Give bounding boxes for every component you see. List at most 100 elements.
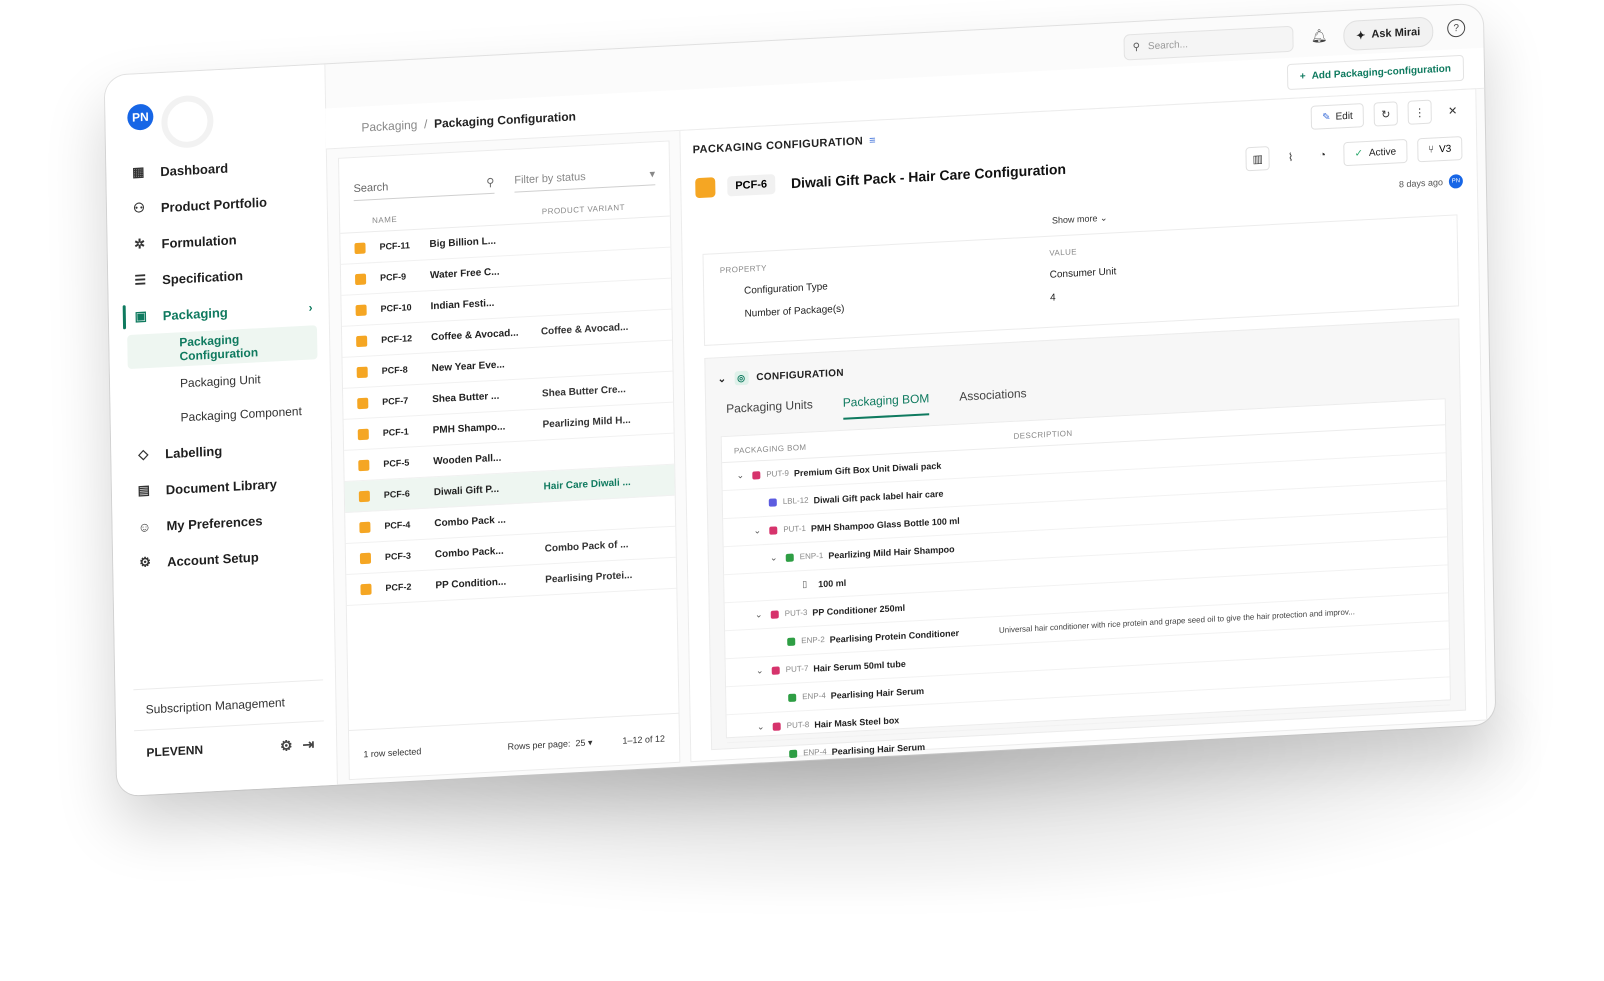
enp-type-icon (787, 637, 796, 646)
configuration-type-icon (359, 552, 372, 564)
dashboard-icon: ▦ (132, 163, 145, 180)
chevron-down-icon[interactable]: ⌄ (755, 721, 767, 733)
column-header-description: DESCRIPTION (1013, 428, 1073, 441)
global-search-placeholder: Search... (1147, 38, 1189, 52)
status-filter-placeholder: Filter by status (514, 170, 586, 187)
bom-name: Hair Serum 50ml tube (813, 658, 906, 674)
bom-code: PUT-9 (766, 468, 790, 479)
ask-mirai-label: Ask Mirai (1371, 26, 1421, 41)
close-icon: ✕ (1447, 104, 1458, 118)
filter-edit-icon[interactable]: ≡ (869, 135, 876, 147)
row-variant: Pearlising Protei... (545, 569, 633, 586)
breadcrumb-separator: / (423, 117, 428, 132)
pagination-range: 1–12 of 12 (622, 733, 666, 746)
help-icon[interactable]: ? (1447, 18, 1466, 38)
version-badge[interactable]: ⑂ V3 (1416, 135, 1463, 163)
kebab-icon: ⋮ (1414, 106, 1426, 119)
bom-code: ENP-4 (803, 747, 827, 758)
status-badge[interactable]: ✓ Active (1343, 138, 1408, 167)
chevron-down-icon: ⌄ (1099, 212, 1108, 224)
sidebar-nav: ▦ Dashboard ⚇ Product Portfolio ✲ Formulati… (124, 145, 321, 581)
account-icon: ⚙ (139, 554, 152, 570)
bom-code: ENP-4 (802, 691, 826, 702)
bell-icon[interactable]: 🔔︎ (1311, 28, 1328, 45)
stage: PN ▦ Dashboard ⚇ Product Portfolio ✲ Formul… (0, 0, 1604, 981)
row-variant (544, 511, 664, 517)
detail-heading: PACKAGING CONFIGURATION ≡ (693, 135, 877, 157)
put-type-icon (771, 665, 780, 675)
column-header-variant[interactable]: PRODUCT VARIANT (542, 203, 625, 216)
row-variant: Combo Pack of ... (544, 538, 629, 555)
bom-table: PACKAGING BOM DESCRIPTION ⌄ PUT-9 Premium … (720, 398, 1451, 772)
ask-mirai-button[interactable]: ✦ Ask Mirai (1342, 16, 1434, 52)
row-code: PCF-1 (382, 426, 409, 438)
bom-name: Pearlising Hair Serum (830, 685, 925, 701)
configuration-type-icon (356, 335, 368, 347)
sidebar-item-label: Document Library (165, 475, 278, 497)
column-header-value: VALUE (1049, 247, 1078, 258)
configuration-type-icon (358, 490, 370, 502)
preferences-icon: ☺ (137, 518, 152, 535)
breadcrumb-current: Packaging Configuration (433, 109, 577, 131)
configuration-heading[interactable]: ⌄ ◎ CONFIGURATION (718, 366, 844, 387)
chevron-down-icon[interactable]: ⌄ (768, 552, 780, 564)
sidebar: PN ▦ Dashboard ⚇ Product Portfolio ✲ Formul… (104, 64, 338, 797)
tab-packaging-units[interactable]: Packaging Units (726, 397, 813, 426)
global-search-input[interactable]: ⚲ Search... (1123, 25, 1294, 61)
chevron-down-icon[interactable]: ⌄ (751, 525, 763, 537)
paperclip-icon: ⌇ (1287, 151, 1294, 164)
report-button[interactable]: ▥ (1245, 146, 1270, 172)
close-button[interactable]: ✕ (1441, 99, 1463, 122)
more-options-button[interactable]: ⋮ (1407, 99, 1432, 125)
row-name: New Year Eve... (431, 358, 505, 374)
breadcrumb-parent[interactable]: Packaging (361, 118, 417, 135)
search-icon: ⚲ (486, 176, 495, 189)
row-code: PCF-9 (379, 271, 407, 283)
row-code: PCF-12 (381, 333, 413, 345)
avatar[interactable]: PN (127, 103, 154, 131)
branch-icon: ⑂ (1428, 143, 1435, 156)
add-button-label: Add Packaging-configuration (1311, 62, 1452, 82)
tab-associations[interactable]: Associations (959, 386, 1027, 414)
attachment-button[interactable]: ⌇ (1279, 145, 1301, 168)
put-type-icon (772, 721, 781, 731)
tab-packaging-bom[interactable]: Packaging BOM (842, 391, 930, 420)
chevron-down-icon[interactable]: ⌄ (734, 470, 746, 482)
packaging-icon: ▣ (134, 308, 148, 324)
bom-name: Diwali Gift pack label hair care (813, 488, 944, 505)
row-code: PCF-11 (379, 240, 411, 252)
row-variant (540, 263, 660, 269)
row-variant: Shea Butter Cre... (541, 383, 626, 399)
edit-button[interactable]: ✎ Edit (1311, 103, 1364, 130)
column-header-name[interactable]: NAME (372, 207, 542, 225)
portfolio-icon: ⚇ (132, 200, 145, 216)
chevron-right-icon: › (308, 300, 313, 315)
refresh-button[interactable]: ↻ (1373, 101, 1398, 127)
configuration-type-icon (359, 521, 371, 533)
rows-per-page-select[interactable]: 25 (575, 737, 585, 748)
edit-label: Edit (1335, 110, 1353, 123)
row-code: PCF-5 (383, 457, 410, 469)
row-code: PCF-6 (383, 488, 410, 500)
list-search-input[interactable]: Search ⚲ (353, 170, 495, 202)
status-filter-select[interactable]: Filter by status ▾ (514, 162, 656, 193)
chevron-down-icon[interactable]: ⌄ (753, 609, 765, 621)
bom-name: Pearlising Protein Conditioner (829, 627, 960, 645)
comment-icon: ◔ (1319, 149, 1327, 162)
enp-type-icon (789, 749, 798, 758)
row-name: PMH Shampo... (432, 420, 506, 436)
add-packaging-configuration-button[interactable]: + Add Packaging-configuration (1286, 54, 1465, 91)
logo (161, 94, 214, 150)
bom-name: PMH Shampoo Glass Bottle 100 ml (810, 515, 960, 534)
settings-icon[interactable]: ⚙ (280, 737, 293, 755)
logout-icon[interactable]: ⇥ (302, 735, 314, 753)
put-type-icon (770, 609, 779, 619)
put-type-icon (769, 525, 778, 535)
configuration-icon: ◎ (734, 370, 749, 386)
row-variant (541, 356, 661, 362)
comments-button[interactable]: ◔ (1311, 144, 1333, 167)
chevron-down-icon[interactable]: ⌄ (754, 665, 766, 677)
lbl-type-icon (768, 497, 777, 507)
row-variant (540, 294, 660, 300)
